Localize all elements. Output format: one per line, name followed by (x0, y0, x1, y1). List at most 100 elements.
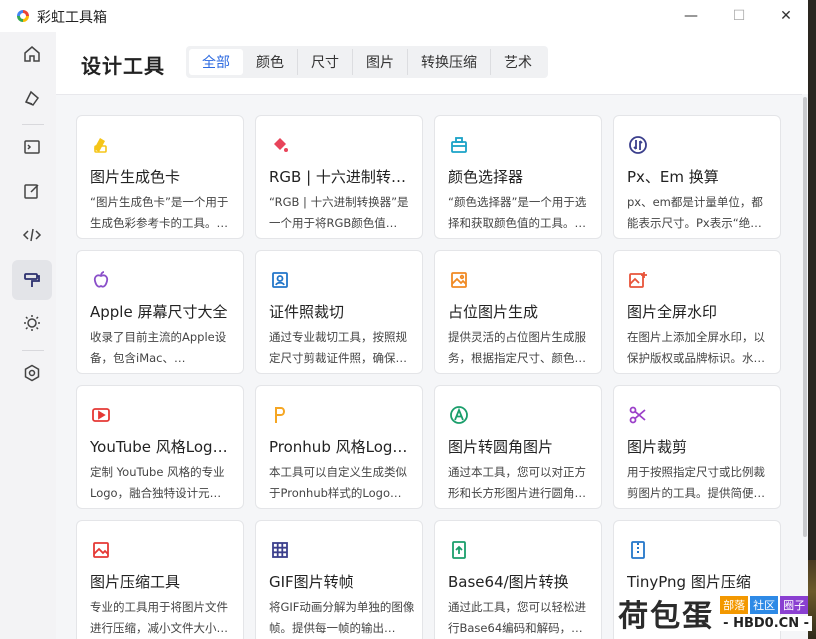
settings-icon (24, 364, 40, 382)
grid-icon (269, 539, 291, 561)
close-button[interactable]: ✕ (771, 4, 801, 28)
sidebar-item-settings[interactable] (12, 353, 52, 393)
tab-size[interactable]: 尺寸 (298, 49, 353, 75)
tool-card[interactable]: YouTube 风格Logo生成 定制 YouTube 风格的专业Logo，融合… (76, 385, 244, 509)
swatch-icon (90, 134, 112, 156)
card-description: “颜色选择器”是一个用于选择和获取颜色值的工具。… (448, 195, 587, 230)
maximize-button[interactable]: ☐ (724, 4, 754, 28)
card-title: 证件照裁切 (269, 303, 345, 321)
watermark-domain: - HBD0.CN - (720, 615, 812, 631)
card-description: 将GIF动画分解为单独的图像帧。提供每一帧的输出… (269, 600, 415, 635)
tool-card[interactable]: 证件照裁切 通过专业裁切工具，按照规定尺寸剪裁证件照，确保… (255, 250, 423, 374)
card-description: 专业的工具用于将图片文件进行压缩，减小文件大小… (90, 600, 228, 635)
card-description: 本工具可以自定义生成类似于Pronhub样式的Logo… (269, 465, 407, 500)
edit-icon (24, 184, 39, 199)
sidebar-item-terminal[interactable] (12, 127, 52, 167)
card-description: px、em都是计量单位，都能表示尺寸。Px表示“绝… (627, 195, 763, 230)
watermark-tag: 部落 (720, 595, 749, 614)
tool-card[interactable]: Pronhub 风格Logo生成 本工具可以自定义生成类似于Pronhub样式的… (255, 385, 423, 509)
card-description: 通过专业裁切工具，按照规定尺寸剪裁证件照，确保… (269, 330, 407, 365)
site-watermark: 荷包蛋 部落 社区 圈子 - HBD0.CN - (618, 591, 812, 635)
title-bar: 彩虹工具箱 — ☐ ✕ (0, 0, 808, 32)
youtube-icon (90, 404, 112, 426)
sidebar-item-home[interactable] (12, 34, 52, 74)
maximize-icon: ☐ (732, 8, 746, 24)
card-title: Px、Em 换算 (627, 168, 719, 186)
card-title: 占位图片生成 (448, 303, 539, 321)
tab-image[interactable]: 图片 (353, 49, 408, 75)
image-placeholder-icon (448, 269, 470, 291)
rounded-image-icon (448, 404, 470, 426)
watermark-tag: 圈子 (780, 595, 809, 614)
card-title: 图片全屏水印 (627, 303, 718, 321)
tool-card[interactable]: 占位图片生成 提供灵活的占位图片生成服务，根据指定尺寸、颜色… (434, 250, 602, 374)
card-description: 在图片上添加全屏水印，以保护版权或品牌标识。水… (627, 330, 765, 365)
close-icon: ✕ (780, 8, 792, 24)
apple-icon (90, 269, 112, 291)
main-content: 设计工具 全部 颜色 尺寸 图片 转换压缩 艺术 图片生成色卡 “图片生成色卡”… (56, 32, 808, 639)
id-photo-icon (269, 269, 291, 291)
sidebar-item-theme[interactable] (12, 303, 52, 343)
scrollbar[interactable] (802, 94, 808, 639)
tool-card[interactable]: 图片转圆角图片 通过本工具，您可以对正方形和长方形图片进行圆角… (434, 385, 602, 509)
card-title: YouTube 风格Logo生成 (90, 438, 236, 456)
card-description: 收录了目前主流的Apple设备，包含iMac、… (90, 330, 227, 365)
paint-bucket-icon (269, 134, 291, 156)
card-title: 图片生成色卡 (90, 168, 181, 186)
category-tabs: 全部 颜色 尺寸 图片 转换压缩 艺术 (186, 46, 548, 78)
card-title: 颜色选择器 (448, 168, 524, 186)
minimize-button[interactable]: — (676, 4, 706, 28)
card-title: Pronhub 风格Logo生成 (269, 438, 415, 456)
tool-card[interactable]: Px、Em 换算 px、em都是计量单位，都能表示尺寸。Px表示“绝… (613, 115, 781, 239)
card-title: 图片压缩工具 (90, 573, 181, 591)
tab-all[interactable]: 全部 (189, 49, 243, 75)
tool-card[interactable]: Apple 屏幕尺寸大全 收录了目前主流的Apple设备，包含iMac、… (76, 250, 244, 374)
tool-card[interactable]: 图片压缩工具 专业的工具用于将图片文件进行压缩，减小文件大小… (76, 520, 244, 639)
image-compress-icon (90, 539, 112, 561)
tab-art[interactable]: 艺术 (491, 49, 545, 75)
watermark-text: 荷包蛋 (618, 599, 715, 634)
tool-card[interactable]: 图片生成色卡 “图片生成色卡”是一个用于生成色彩参考卡的工具。… (76, 115, 244, 239)
tool-card[interactable]: Base64/图片转换 通过此工具，您可以轻松进行Base64编码和解码，… (434, 520, 602, 639)
sidebar-divider (22, 124, 44, 125)
sidebar-item-edit[interactable] (12, 171, 52, 211)
card-title: 图片裁剪 (627, 438, 688, 456)
card-description: “图片生成色卡”是一个用于生成色彩参考卡的工具。… (90, 195, 229, 230)
page-title: 设计工具 (81, 54, 165, 78)
minimize-icon: — (684, 8, 698, 24)
card-title: Base64/图片转换 (448, 573, 569, 591)
card-title: 图片转圆角图片 (448, 438, 554, 456)
terminal-icon (24, 140, 40, 154)
image-watermark-icon (627, 269, 649, 291)
card-description: 用于按照指定尺寸或比例裁剪图片的工具。提供简便… (627, 465, 765, 500)
tab-color[interactable]: 颜色 (243, 49, 298, 75)
tool-card[interactable]: RGB | 十六进制转换器 “RGB | 十六进制转换器”是一个用于将RGB颜色… (255, 115, 423, 239)
card-title: Apple 屏幕尺寸大全 (90, 303, 228, 321)
upload-file-icon (448, 539, 470, 561)
sidebar (0, 32, 56, 639)
watermark-badges: 部落 社区 圈子 - HBD0.CN - (720, 595, 812, 631)
tab-convert-compress[interactable]: 转换压缩 (408, 49, 491, 75)
card-description: 通过本工具，您可以对正方形和长方形图片进行圆角… (448, 465, 586, 500)
sidebar-divider (22, 350, 44, 351)
home-icon (24, 46, 40, 62)
tool-card[interactable]: 颜色选择器 “颜色选择器”是一个用于选择和获取颜色值的工具。… (434, 115, 602, 239)
zip-file-icon (627, 539, 649, 561)
scrollbar-thumb[interactable] (803, 97, 807, 537)
code-icon (22, 228, 42, 242)
sidebar-item-code[interactable] (12, 215, 52, 255)
card-title: RGB | 十六进制转换器 (269, 168, 415, 186)
card-description: 提供灵活的占位图片生成服务，根据指定尺寸、颜色… (448, 330, 586, 365)
tool-card[interactable]: 图片裁剪 用于按照指定尺寸或比例裁剪图片的工具。提供简便… (613, 385, 781, 509)
tool-card[interactable]: 图片全屏水印 在图片上添加全屏水印，以保护版权或品牌标识。水… (613, 250, 781, 374)
letter-p-icon (269, 404, 291, 426)
tool-card[interactable]: GIF图片转帧 将GIF动画分解为单独的图像帧。提供每一帧的输出… (255, 520, 423, 639)
sidebar-item-palette[interactable] (12, 78, 52, 118)
sidebar-item-design[interactable] (12, 260, 52, 300)
app-title: 彩虹工具箱 (37, 10, 107, 26)
paint-roller-icon (24, 273, 40, 287)
app-logo-icon (17, 10, 29, 22)
color-picker-icon (448, 134, 470, 156)
sun-icon (24, 315, 40, 331)
card-description: “RGB | 十六进制转换器”是一个用于将RGB颜色值… (269, 195, 409, 230)
